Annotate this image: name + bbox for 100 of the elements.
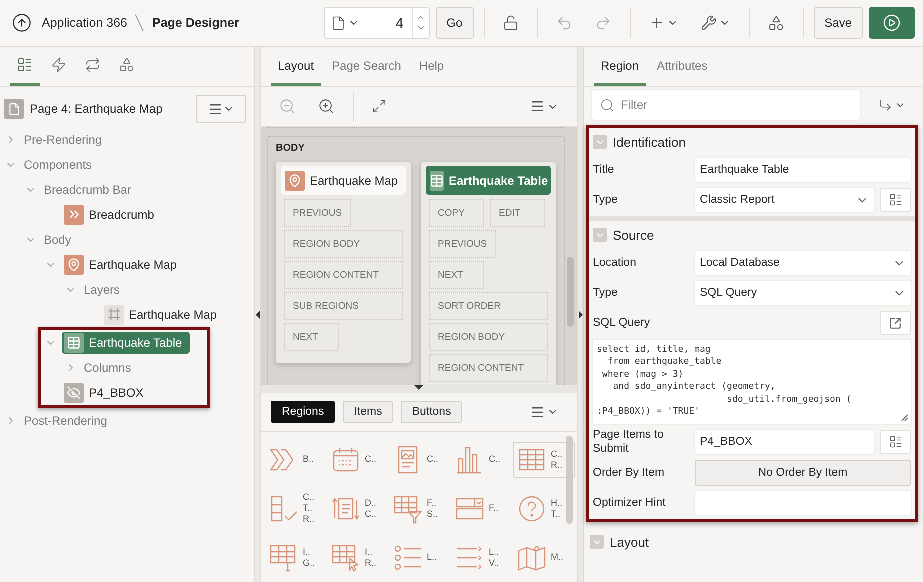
collapse-toggle-icon[interactable] <box>590 535 604 549</box>
gallery-item[interactable]: C.. R.. <box>513 442 575 478</box>
zoom-in-icon <box>318 98 335 115</box>
search-icon <box>600 98 615 112</box>
region-header[interactable]: Earthquake Table <box>426 166 551 195</box>
gallery-item-label: C.. T.. R.. <box>303 492 315 525</box>
tree-item[interactable]: Earthquake Table <box>62 332 190 354</box>
position-slot: NEXT <box>284 323 339 351</box>
tree-menu-button[interactable] <box>196 95 246 123</box>
scrollbar-thumb[interactable] <box>566 436 573 524</box>
filter-field[interactable]: Filter <box>592 90 860 120</box>
list-icon <box>888 193 902 207</box>
position-slot: REGION BODY <box>284 230 403 258</box>
shapes-icon <box>768 14 785 32</box>
gallery-item[interactable]: B.. <box>265 442 327 478</box>
select-field[interactable]: Local Database <box>695 251 911 275</box>
gallery-item[interactable]: C.. <box>389 442 451 478</box>
section-title: Source <box>613 228 654 242</box>
play-icon <box>883 14 901 32</box>
gallery-item[interactable]: F.. S.. <box>389 490 451 526</box>
gallery-item[interactable]: F.. <box>451 490 513 526</box>
gallery-item[interactable]: C.. <box>451 442 513 478</box>
position-slot: REGION CONTENT <box>284 261 403 289</box>
gallery-item-label: F.. S.. <box>427 498 438 520</box>
collapse-toggle-icon[interactable] <box>593 135 607 149</box>
zoom-out-icon <box>279 98 296 115</box>
open-external-icon <box>889 316 902 330</box>
gallery-tab[interactable]: Buttons <box>401 401 462 423</box>
order-by-button[interactable]: No Order By Item <box>695 460 911 486</box>
tree-item[interactable]: Earthquake Map <box>102 304 220 326</box>
tree-item[interactable]: Body <box>42 228 74 250</box>
rows-icon <box>17 57 33 73</box>
resize-grip-icon[interactable] <box>901 414 909 422</box>
gallery-item-label: C.. R.. <box>551 448 563 470</box>
gallery-item[interactable]: C.. T.. R.. <box>265 490 327 526</box>
gallery-item[interactable]: H.. T.. <box>513 490 575 526</box>
unlocked-padlock-icon <box>502 15 519 31</box>
help-icon <box>517 494 547 524</box>
gallery-item[interactable]: L.. <box>389 540 451 576</box>
tree-item[interactable]: Columns <box>82 356 134 378</box>
list-picker-button[interactable] <box>880 430 911 454</box>
section-title: Identification <box>613 134 686 150</box>
gallery-item-label: C.. <box>427 454 439 465</box>
text-field[interactable]: Earthquake Table <box>695 158 911 182</box>
panel-tab[interactable]: Page Search <box>325 59 408 86</box>
position-slot: COPY <box>429 199 484 227</box>
tree-item[interactable]: Breadcrumb <box>62 204 156 226</box>
position-slot: SORT ORDER <box>429 292 548 320</box>
region-header[interactable]: Earthquake Map <box>281 166 406 195</box>
file-icon <box>330 16 346 30</box>
gallery-item-label: H.. T.. <box>551 498 563 520</box>
expand-editor-button[interactable] <box>880 311 911 335</box>
position-slot: EDIT <box>490 199 545 227</box>
select-field[interactable]: SQL Query <box>695 281 911 305</box>
tree-item[interactable]: Post-Rendering <box>22 410 110 432</box>
column-check-icon <box>269 494 299 524</box>
gallery-item-label: M.. <box>551 552 564 563</box>
panel-tab[interactable]: Region <box>594 59 646 86</box>
text-field[interactable]: P4_BBOX <box>695 430 874 454</box>
gallery-item-label: C.. <box>365 454 377 465</box>
body-label: BODY <box>276 143 306 154</box>
panel-tab[interactable]: Help <box>412 59 452 86</box>
application-link[interactable]: Application 366 <box>42 16 128 30</box>
gallery-item[interactable]: M.. <box>513 540 575 576</box>
menu-icon <box>208 102 222 116</box>
save-button[interactable]: Save <box>814 7 863 39</box>
list-icon <box>888 435 902 449</box>
scrollbar-thumb[interactable] <box>567 257 574 327</box>
gallery-item-label: B.. <box>303 454 314 465</box>
tree-item[interactable]: P4_BBOX <box>62 382 146 404</box>
tree-item[interactable]: Breadcrumb Bar <box>42 178 134 200</box>
select-field[interactable]: Classic Report <box>695 188 874 212</box>
map-pin-icon <box>285 170 305 190</box>
sql-code-editor[interactable]: select id, title, mag from earthquake_table where (mag > 3) and sdo_anyinteract (geometry, sdo_util.from_geojson ( :P4_BBOX)) = 'TRUE' <box>593 340 911 424</box>
gallery-tab[interactable]: Regions <box>271 401 336 423</box>
position-slot: REGION BODY <box>429 323 548 351</box>
panel-tab[interactable]: Layout <box>271 59 322 86</box>
gallery-item[interactable]: I.. G.. <box>265 540 327 576</box>
run-button[interactable] <box>869 7 915 39</box>
loop-arrows-icon <box>85 57 101 73</box>
tree-page-title[interactable]: Page 4: Earthquake Map <box>30 102 190 116</box>
field-label: Title <box>593 163 616 177</box>
go-button[interactable]: Go <box>436 7 474 39</box>
gallery-item[interactable]: C.. <box>327 442 389 478</box>
collapse-toggle-icon[interactable] <box>593 228 607 242</box>
field-label: Type <box>593 286 619 300</box>
menu-icon <box>530 99 545 114</box>
tree-item[interactable]: Pre-Rendering <box>22 128 104 150</box>
panel-tab[interactable]: Attributes <box>650 59 715 86</box>
gallery-tab[interactable]: Items <box>343 401 394 423</box>
gallery-item[interactable]: L.. V.. <box>451 540 513 576</box>
gallery-item[interactable]: D.. C.. <box>327 490 389 526</box>
field-label: Type <box>593 193 619 207</box>
tree-item[interactable]: Components <box>22 154 94 176</box>
tree-item[interactable]: Layers <box>82 278 122 300</box>
gallery-item[interactable]: I.. R.. <box>327 540 389 576</box>
tree-item[interactable]: Earthquake Map <box>62 254 180 276</box>
list-picker-button[interactable] <box>880 188 911 212</box>
map-pin-icon <box>64 254 84 274</box>
panel-tab[interactable] <box>10 57 40 86</box>
